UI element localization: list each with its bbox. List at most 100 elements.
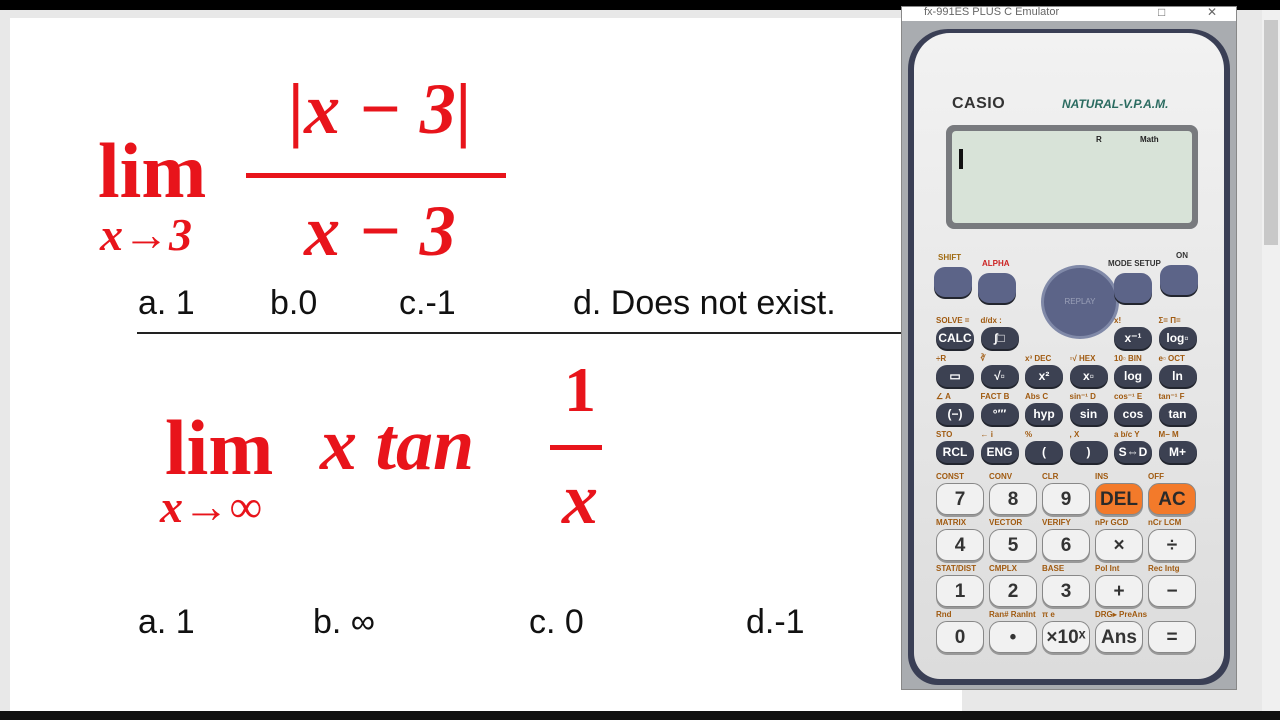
- q1-lim: lim: [98, 127, 207, 214]
- key-shift-label: Pol Int: [1095, 564, 1120, 573]
- window-title: fx-991ES PLUS C Emulator: [924, 6, 1060, 18]
- key-shift-label: x!: [1114, 316, 1122, 325]
- shift-button[interactable]: [934, 267, 972, 297]
- key-CALC[interactable]: CALC: [936, 327, 974, 349]
- scrollbar[interactable]: [1262, 10, 1280, 711]
- key-shift-label: x³ DEC: [1025, 354, 1052, 363]
- lcd: R Math: [952, 131, 1192, 223]
- key-[interactable]: −: [1148, 575, 1196, 607]
- key-0[interactable]: 0: [936, 621, 984, 653]
- key-[interactable]: ÷: [1148, 529, 1196, 561]
- q1-numerator: |x − 3|: [288, 69, 472, 149]
- key-log[interactable]: log: [1114, 365, 1152, 387]
- scrollbar-thumb[interactable]: [1264, 20, 1278, 245]
- key-[interactable]: ∫□: [980, 327, 1019, 349]
- q1-option-a: a. 1: [138, 284, 195, 322]
- key-shift-label: cos⁻¹ E: [1114, 392, 1143, 401]
- key-cos[interactable]: cos: [1114, 403, 1152, 425]
- key-shift-label: M− M: [1158, 430, 1179, 439]
- key-[interactable]: (−): [936, 403, 974, 425]
- key-shift-label: sin⁻¹ D: [1069, 392, 1096, 401]
- key-shift-label: Abs C: [1025, 392, 1049, 401]
- key-[interactable]: •: [989, 621, 1037, 653]
- key-shift-label: ÷R: [936, 354, 947, 363]
- on-button[interactable]: [1160, 265, 1198, 295]
- q1-fraction-bar: [246, 173, 506, 178]
- emulator-window: fx-991ES PLUS C Emulator □ ✕ CASIO NATUR…: [901, 6, 1237, 690]
- key-DEL[interactable]: DEL: [1095, 483, 1143, 515]
- key-8[interactable]: 8: [989, 483, 1037, 515]
- key-log[interactable]: log▫: [1158, 327, 1197, 349]
- key-[interactable]: +: [1095, 575, 1143, 607]
- key-shift-label: OFF: [1148, 472, 1164, 481]
- key-shift-label: CLR: [1042, 472, 1059, 481]
- q2-option-d: d.-1: [746, 603, 805, 641]
- key-4[interactable]: 4: [936, 529, 984, 561]
- key-tan[interactable]: tan: [1158, 403, 1197, 425]
- key-shift-label: CONV: [989, 472, 1013, 481]
- brand-logo: CASIO: [952, 95, 1006, 112]
- key-shift-label: a b/c Y: [1114, 430, 1140, 439]
- key-6[interactable]: 6: [1042, 529, 1090, 561]
- key-10[interactable]: ×10ˣ: [1042, 621, 1090, 653]
- maximize-icon[interactable]: □: [1158, 6, 1165, 18]
- key-shift-label: , X: [1069, 430, 1080, 439]
- key-AC[interactable]: AC: [1148, 483, 1196, 515]
- q2-numerator: 1: [564, 354, 596, 425]
- key-shift-label: FACT B: [980, 392, 1010, 401]
- q1-subscript: x→3: [100, 209, 192, 260]
- key-shift-label: tan⁻¹ F: [1158, 392, 1185, 401]
- key-5[interactable]: 5: [989, 529, 1037, 561]
- key-Ans[interactable]: Ans: [1095, 621, 1143, 653]
- q1-option-b: b.0: [270, 284, 318, 322]
- key-x[interactable]: x▫: [1069, 365, 1108, 387]
- key-RCL[interactable]: RCL: [936, 441, 974, 463]
- key-[interactable]: ): [1069, 441, 1108, 463]
- key-shift-label: VECTOR: [989, 518, 1023, 527]
- key-SD[interactable]: S⇔D: [1114, 441, 1152, 463]
- key-x[interactable]: x²: [1025, 365, 1063, 387]
- on-label: ON: [1176, 251, 1188, 260]
- key-[interactable]: (: [1025, 441, 1063, 463]
- key-shift-label: CONST: [936, 472, 964, 481]
- key-shift-label: DRG▸ PreAns: [1095, 610, 1148, 619]
- key-shift-label: ∛: [980, 354, 986, 363]
- q2-denominator: x: [562, 459, 598, 539]
- bottom-bar: [0, 711, 1280, 720]
- key-[interactable]: =: [1148, 621, 1196, 653]
- key-M[interactable]: M+: [1158, 441, 1197, 463]
- key-shift-label: π e: [1042, 610, 1055, 619]
- key-shift-label: STO: [936, 430, 953, 439]
- display: R Math: [946, 125, 1198, 229]
- key-[interactable]: √▫: [980, 365, 1019, 387]
- key-hyp[interactable]: hyp: [1025, 403, 1063, 425]
- calculator-body: CASIO NATURAL-V.P.A.M. R Math SHIFT ALPH…: [908, 29, 1230, 685]
- mode-button[interactable]: [1114, 273, 1152, 303]
- key-shift-label: CMPLX: [989, 564, 1017, 573]
- key-1[interactable]: 1: [936, 575, 984, 607]
- key-shift-label: 10▫ BIN: [1114, 354, 1142, 363]
- key-sin[interactable]: sin: [1069, 403, 1108, 425]
- divider: [137, 332, 902, 334]
- indicator-math: Math: [1140, 135, 1159, 144]
- key-[interactable]: °′″: [980, 403, 1019, 425]
- q1-option-c: c.-1: [399, 284, 456, 322]
- key-shift-label: INS: [1095, 472, 1109, 481]
- key-3[interactable]: 3: [1042, 575, 1090, 607]
- key-shift-label: Rec Intg: [1148, 564, 1180, 573]
- key-ln[interactable]: ln: [1158, 365, 1197, 387]
- series-logo: NATURAL-V.P.A.M.: [1062, 97, 1169, 111]
- close-icon[interactable]: ✕: [1207, 6, 1217, 18]
- key-9[interactable]: 9: [1042, 483, 1090, 515]
- key-shift-label: nCr LCM: [1148, 518, 1182, 527]
- key-[interactable]: ▭: [936, 365, 974, 387]
- alpha-button[interactable]: [978, 273, 1016, 303]
- key-2[interactable]: 2: [989, 575, 1037, 607]
- q2-option-a: a. 1: [138, 603, 195, 641]
- key-7[interactable]: 7: [936, 483, 984, 515]
- key-[interactable]: ×: [1095, 529, 1143, 561]
- q1-denominator: x − 3: [304, 191, 456, 271]
- replay-dpad[interactable]: REPLAY: [1041, 265, 1119, 339]
- key-ENG[interactable]: ENG: [980, 441, 1019, 463]
- key-x[interactable]: x⁻¹: [1114, 327, 1152, 349]
